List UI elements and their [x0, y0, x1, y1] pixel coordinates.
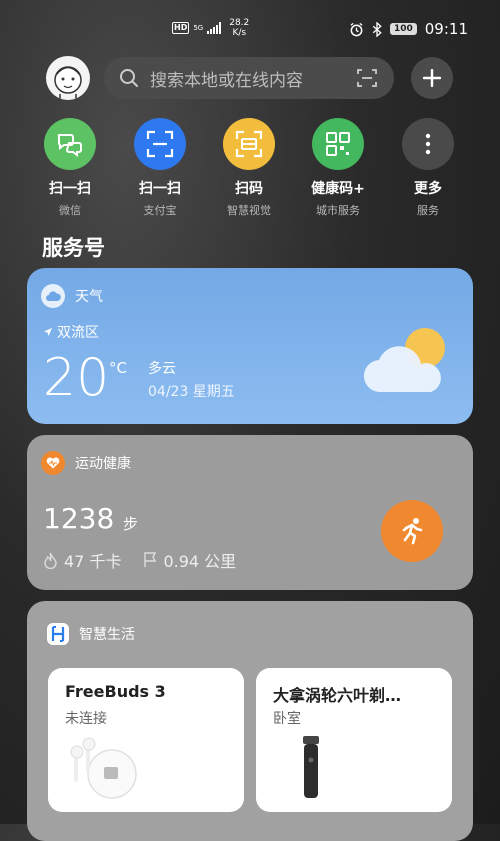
location-arrow-icon [44, 328, 52, 336]
quick-action-health-code[interactable]: 健康码+ 城市服务 [293, 118, 383, 218]
weather-unit: °C [109, 359, 127, 377]
health-card-header: 运动健康 [41, 451, 131, 475]
step-count: 1238 [43, 502, 115, 535]
section-title: 服务号 [42, 236, 105, 260]
quick-action-alipay-scan[interactable]: 扫一扫 支付宝 [115, 118, 205, 218]
partly-cloudy-icon [363, 328, 445, 393]
device-name: 大拿涡轮六叶剃… [273, 686, 402, 705]
device-status: 卧室 [273, 711, 301, 727]
shaver-icon [303, 736, 319, 798]
flag-icon [144, 552, 157, 567]
quick-action-scan-code[interactable]: 扫码 智慧视觉 [204, 118, 294, 218]
device-status: 未连接 [65, 711, 107, 727]
weather-location: 双流区 [43, 322, 99, 342]
hd-badge: HD [172, 22, 190, 34]
smart-life-icon [47, 623, 69, 645]
network-type: 5G [193, 23, 204, 32]
weather-title: 天气 [75, 289, 103, 305]
search-bar[interactable]: 搜索本地或在线内容 [104, 57, 394, 99]
weather-card-header: 天气 [41, 284, 103, 308]
distance: 0.94 公里 [163, 552, 237, 571]
device-card-freebuds[interactable]: FreeBuds 3 未连接 [48, 668, 244, 812]
alarm-icon [350, 22, 363, 36]
weather-temperature: 20 [43, 348, 110, 408]
quick-action-wechat-scan[interactable]: 扫一扫 微信 [25, 118, 115, 218]
search-icon [120, 69, 138, 87]
avatar[interactable] [46, 56, 90, 100]
clock: 09:11 [424, 20, 468, 38]
status-bar-network: HD 5G 28.2 K/s [172, 18, 249, 38]
earbuds-icon [70, 737, 137, 799]
wechat-scan-icon [44, 118, 96, 170]
heart-icon [41, 451, 65, 475]
health-code-icon [312, 118, 364, 170]
quick-action-more[interactable]: 更多 服务 [383, 118, 473, 218]
weather-card[interactable]: 天气 双流区 20 °C 多云 04/23 星期五 [27, 268, 473, 424]
smart-life-header: 智慧生活 [47, 623, 135, 645]
start-workout-button[interactable] [381, 500, 443, 562]
weather-condition: 多云 [148, 361, 176, 377]
step-unit: 步 [123, 515, 139, 533]
running-icon [402, 518, 423, 545]
plus-icon [423, 69, 441, 87]
device-name: FreeBuds 3 [65, 682, 166, 701]
search-placeholder[interactable]: 搜索本地或在线内容 [150, 66, 356, 91]
add-button[interactable] [411, 57, 453, 99]
health-title: 运动健康 [75, 456, 131, 472]
scan-icon[interactable] [356, 67, 378, 89]
more-icon [402, 118, 454, 170]
battery-icon: 100 [389, 23, 417, 35]
net-speed: 28.2 K/s [229, 18, 250, 38]
status-bar: HD 5G 28.2 K/s 100 09:11 [0, 0, 500, 58]
bluetooth-icon [372, 21, 382, 37]
weather-date: 04/23 星期五 [148, 384, 235, 400]
smart-life-card[interactable]: 智慧生活 FreeBuds 3 未连接 大拿涡轮六叶剃… 卧室 [27, 601, 473, 841]
device-card-shaver[interactable]: 大拿涡轮六叶剃… 卧室 [256, 668, 452, 812]
avatar-character-icon [54, 66, 82, 100]
health-card[interactable]: 运动健康 1238 步 47 千卡 0.94 公里 [27, 435, 473, 590]
status-bar-right: 100 09:11 [349, 20, 468, 38]
flame-icon [44, 552, 57, 569]
cloud-icon [41, 284, 65, 308]
smart-life-title: 智慧生活 [79, 627, 135, 643]
alipay-scan-icon [134, 118, 186, 170]
calories: 47 千卡 [64, 552, 122, 571]
signal-icon [207, 22, 222, 34]
health-stats: 47 千卡 0.94 公里 [43, 548, 236, 572]
scan-code-icon [223, 118, 275, 170]
